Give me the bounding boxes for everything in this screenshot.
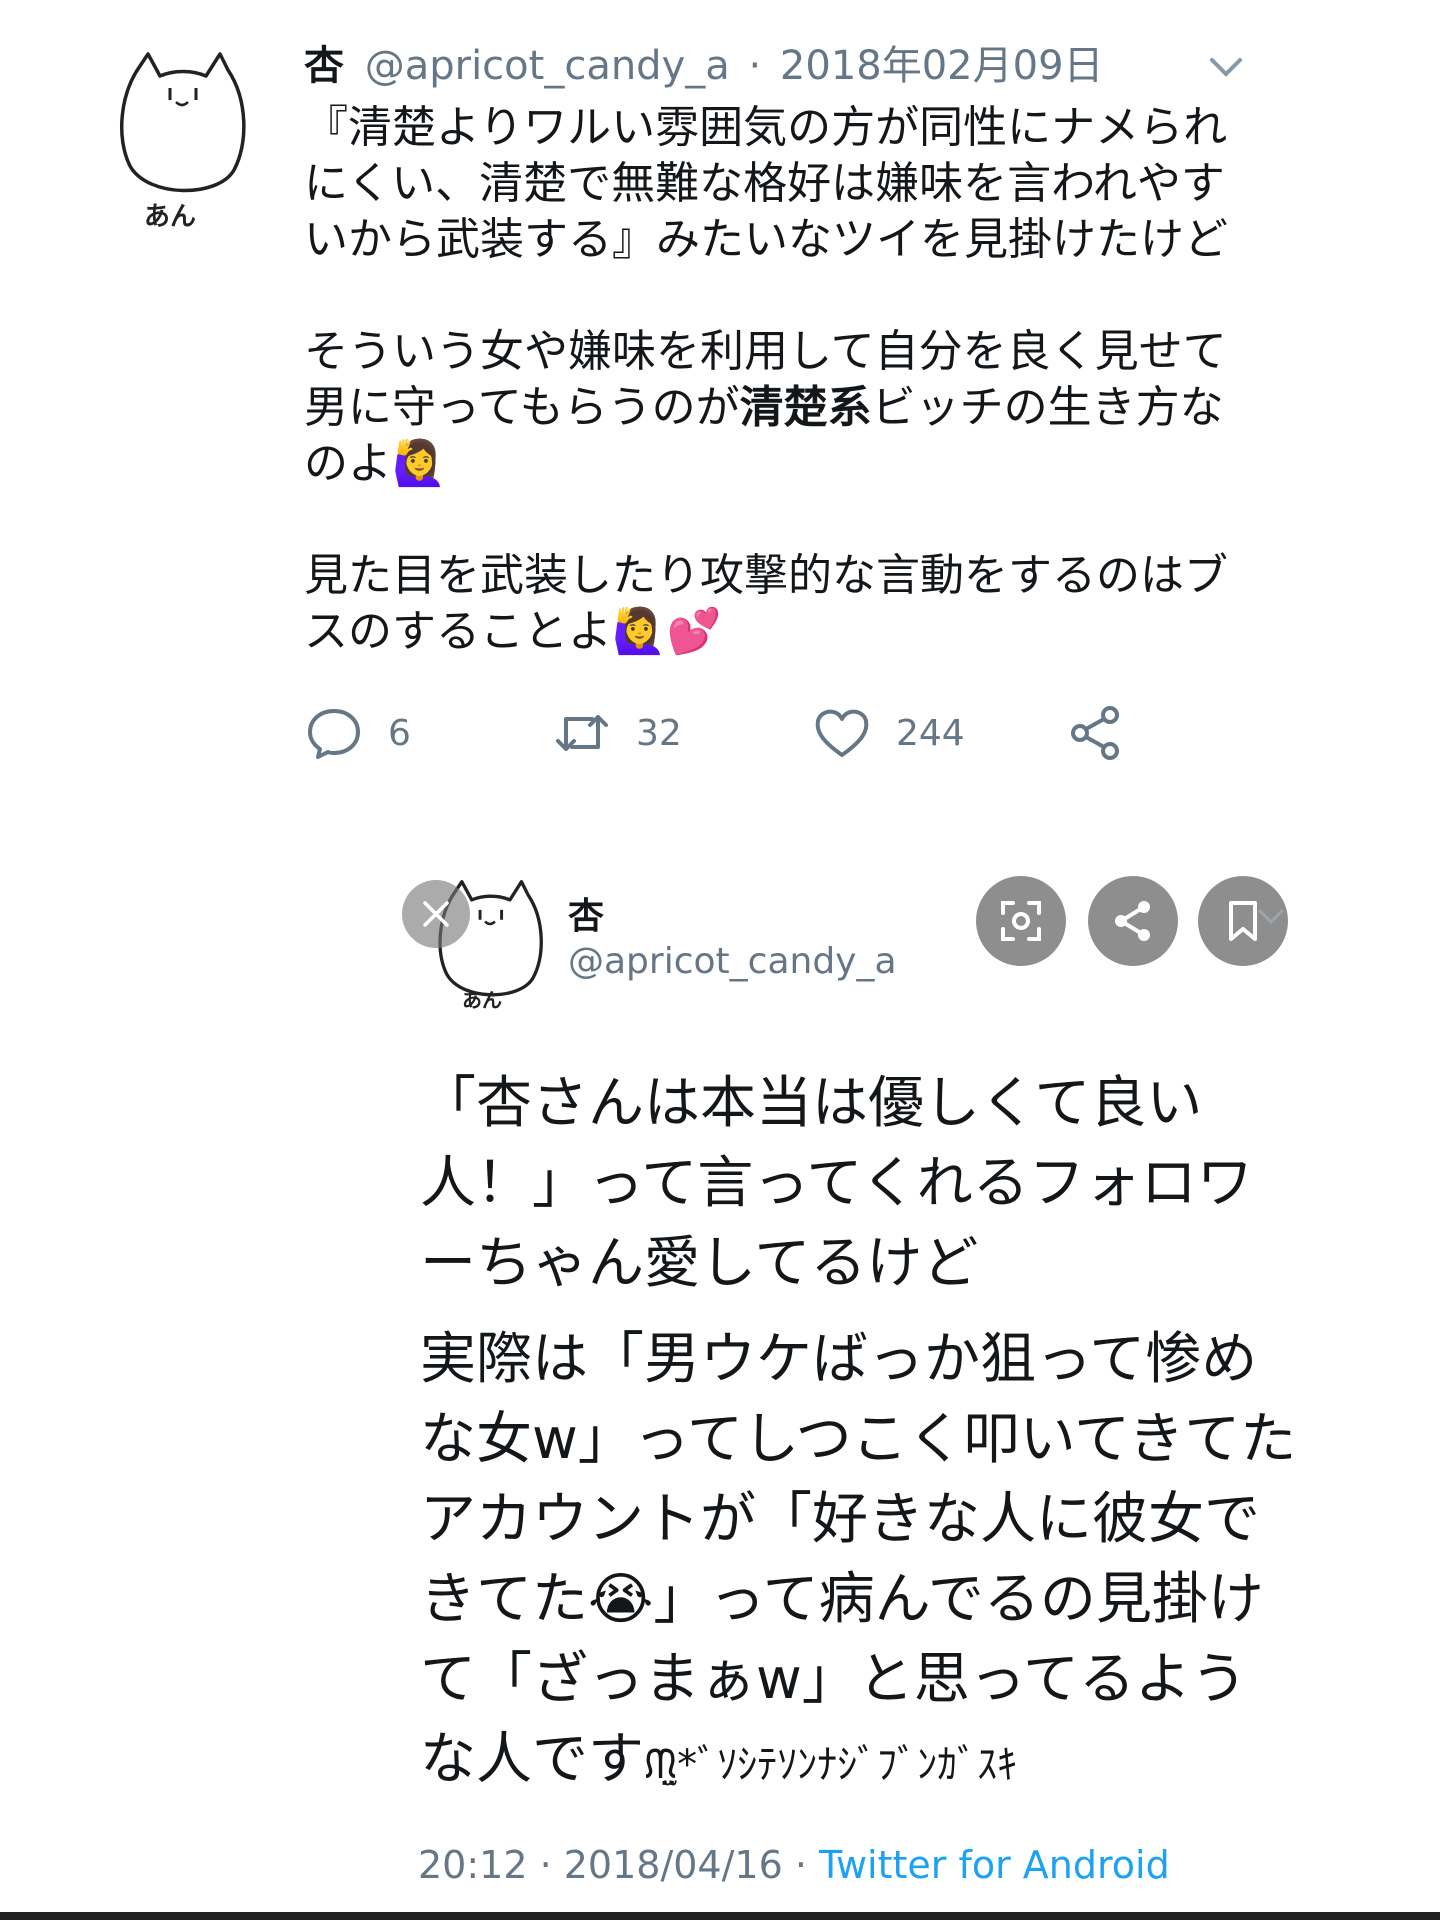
reply-count: 6 — [388, 712, 411, 754]
tweet-paragraph: 「杏さんは本当は優しくて良い 人！」って言ってくれるフォロワ ーちゃん愛してるけ… — [420, 1071, 1253, 1296]
avatar-label: あん — [462, 988, 502, 1012]
like-button[interactable]: 244 — [812, 700, 965, 766]
author-handle[interactable]: @apricot_candy_a — [568, 940, 897, 984]
tweet-paragraph: 実際は「男ウケばっか狙って惨め な女w」ってしつこく叩いてきてた アカウントが「… — [420, 1320, 1300, 1805]
tweet-header: 杏 @apricot_candy_a · 2018年02月09日 — [304, 43, 1104, 89]
retweet-icon — [556, 715, 608, 751]
bold-term: 清楚系 — [739, 382, 872, 433]
lens-button[interactable] — [976, 876, 1066, 966]
tweet-menu-button[interactable] — [1256, 905, 1286, 929]
close-button[interactable] — [402, 880, 470, 948]
lens-icon — [1001, 901, 1041, 941]
tweet-paragraph: 『清楚よりワルい雰囲気の方が同性にナメられ にくい、清楚で無難な格好は嫌味を言わ… — [304, 102, 1228, 265]
bottom-divider — [0, 1912, 1440, 1920]
reply-button[interactable]: 6 — [304, 700, 411, 766]
chevron-down-icon — [1210, 58, 1242, 77]
close-icon — [423, 901, 449, 927]
author-name[interactable]: 杏 — [304, 43, 344, 89]
reply-icon — [308, 709, 360, 759]
share-icon — [1115, 901, 1150, 941]
retweet-count: 32 — [636, 712, 682, 754]
tweet-footer: 20:12 · 2018/04/16 · Twitter for Android — [418, 1840, 1170, 1890]
tweet-menu-button[interactable] — [1206, 52, 1246, 82]
tweet-timestamp: 20:12 · 2018/04/16 · — [418, 1843, 820, 1887]
tweet-paragraph: 見た目を武装したり攻撃的な言動をするのはブ スのすることよ🙋‍♀️💕 — [304, 550, 1228, 657]
share-icon — [1071, 706, 1119, 760]
tweet-text: 『清楚よりワルい雰囲気の方が同性にナメられ にくい、清楚で無難な格好は嫌味を言わ… — [304, 100, 1264, 660]
tweet-text: 「杏さんは本当は優しくて良い 人！」って言ってくれるフォロワ ーちゃん愛してるけ… — [420, 1064, 1300, 1821]
tweet-text-segment: 実際は「男ウケばっか狙って惨め な女w」ってしつこく叩いてきてた アカウントが「… — [420, 1327, 1297, 1792]
tweet-date: 2018年02月09日 — [779, 43, 1104, 89]
chevron-down-icon — [1258, 909, 1284, 925]
tweet-paragraph: そういう女や嫌味を利用して自分を良く見せて 男に守ってもらうのが清楚系ビッチの生… — [304, 324, 1264, 492]
kaomoji: ᙏ̤̫*ﾞｿｼﾃｿﾝﾅｼﾞﾌﾞﾝｶﾞｽｷ — [644, 1742, 1018, 1788]
like-icon — [815, 709, 869, 757]
share-button[interactable] — [1066, 700, 1126, 766]
tweet-actions: 6 32 244 — [304, 700, 1184, 766]
author-name[interactable]: 杏 — [568, 895, 604, 939]
tweet-source-link[interactable]: Twitter for Android — [819, 1843, 1170, 1887]
share-button[interactable] — [1088, 876, 1178, 966]
avatar-label: あん — [144, 202, 197, 232]
like-count: 244 — [896, 712, 965, 754]
retweet-button[interactable]: 32 — [552, 700, 682, 766]
author-handle[interactable]: @apricot_candy_a — [365, 43, 730, 89]
